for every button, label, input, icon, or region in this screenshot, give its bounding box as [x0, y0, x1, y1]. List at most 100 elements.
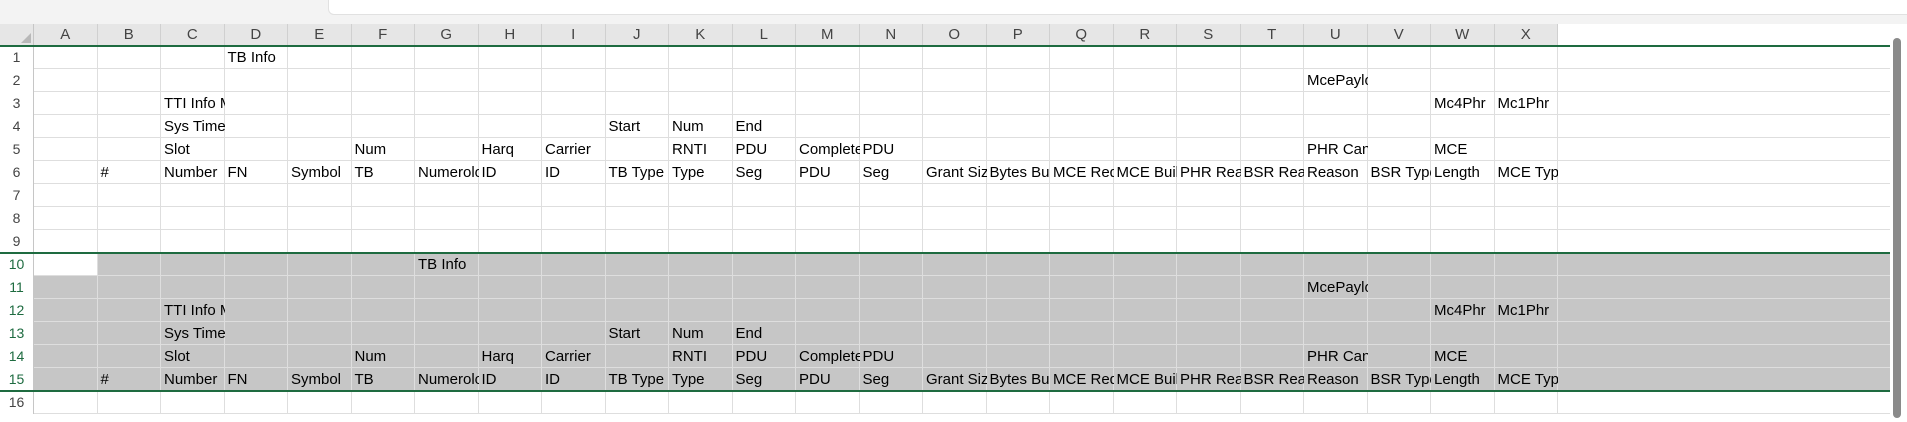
row-header-8[interactable]: 8: [0, 207, 34, 230]
row-header-13[interactable]: 13: [0, 322, 34, 345]
cell-g10[interactable]: TB Info: [415, 253, 479, 276]
cell-w12[interactable]: Mc4Phr: [1431, 299, 1495, 322]
cell-l6[interactable]: Seg: [733, 161, 797, 184]
column-header-c[interactable]: C: [161, 24, 225, 46]
spreadsheet-grid[interactable]: A B C D E F G H I J K L M N O P Q R S T U V W X 1 2 3 4 5 6 7 8 9 10 11 12 1…: [0, 24, 1890, 422]
cell-c14[interactable]: Slot: [161, 345, 225, 368]
cell-k5[interactable]: RNTI: [669, 138, 733, 161]
cell-b6[interactable]: #: [98, 161, 162, 184]
cell-b15[interactable]: #: [98, 368, 162, 391]
cell-c6[interactable]: Number: [161, 161, 225, 184]
row-header-6[interactable]: 6: [0, 161, 34, 184]
cell-f6[interactable]: TB: [352, 161, 416, 184]
cell-l13[interactable]: End: [733, 322, 797, 345]
column-header-l[interactable]: L: [732, 24, 796, 46]
cell-j4[interactable]: Start: [606, 115, 670, 138]
row-header-5[interactable]: 5: [0, 138, 34, 161]
cell-u6[interactable]: Reason: [1304, 161, 1368, 184]
cell-u5[interactable]: PHR Canc: [1304, 138, 1368, 161]
cell-k6[interactable]: Type: [669, 161, 733, 184]
cell-n6[interactable]: Seg: [860, 161, 924, 184]
cell-r6[interactable]: MCE Built: [1114, 161, 1178, 184]
row-header-4[interactable]: 4: [0, 115, 34, 138]
cell-i14[interactable]: Carrier: [542, 345, 606, 368]
row-header-10[interactable]: 10: [0, 253, 34, 276]
column-header-b[interactable]: B: [97, 24, 161, 46]
cell-l15[interactable]: Seg: [733, 368, 797, 391]
cell-m6[interactable]: PDU: [796, 161, 860, 184]
cell-i5[interactable]: Carrier: [542, 138, 606, 161]
row-header-1[interactable]: 1: [0, 46, 34, 69]
cell-n5[interactable]: PDU: [860, 138, 924, 161]
cell-m5[interactable]: Complete: [796, 138, 860, 161]
column-header-u[interactable]: U: [1304, 24, 1368, 46]
column-header-x[interactable]: X: [1494, 24, 1558, 46]
cell-m15[interactable]: PDU: [796, 368, 860, 391]
column-header-p[interactable]: P: [986, 24, 1050, 46]
cell-j13[interactable]: Start: [606, 322, 670, 345]
cell-d15[interactable]: FN: [225, 368, 289, 391]
cell-q6[interactable]: MCE Req E: [1050, 161, 1114, 184]
cell-e6[interactable]: Symbol: [288, 161, 352, 184]
cell-w5[interactable]: MCE: [1431, 138, 1495, 161]
cell-x15[interactable]: MCE Type: [1495, 368, 1559, 391]
cell-k14[interactable]: RNTI: [669, 345, 733, 368]
cell-h14[interactable]: Harq: [479, 345, 543, 368]
cell-d6[interactable]: FN: [225, 161, 289, 184]
cell-q15[interactable]: MCE Req E: [1050, 368, 1114, 391]
cell-k15[interactable]: Type: [669, 368, 733, 391]
cell-c3[interactable]: TTI Info Me: [161, 92, 225, 115]
cell-l14[interactable]: PDU: [733, 345, 797, 368]
cell-h6[interactable]: ID: [479, 161, 543, 184]
cell-j15[interactable]: TB Type: [606, 368, 670, 391]
cell-c12[interactable]: TTI Info Me: [161, 299, 225, 322]
cell-v6[interactable]: BSR Type: [1368, 161, 1432, 184]
column-header-i[interactable]: I: [542, 24, 606, 46]
cell-c15[interactable]: Number: [161, 368, 225, 391]
cell-g6[interactable]: Numerolo: [415, 161, 479, 184]
formula-bar-input[interactable]: [328, 0, 1907, 15]
column-header-f[interactable]: F: [351, 24, 415, 46]
cell-l5[interactable]: PDU: [733, 138, 797, 161]
cell-n15[interactable]: Seg: [860, 368, 924, 391]
row-header-12[interactable]: 12: [0, 299, 34, 322]
cell-r15[interactable]: MCE Built: [1114, 368, 1178, 391]
cell-w6[interactable]: Length: [1431, 161, 1495, 184]
column-header-h[interactable]: H: [478, 24, 542, 46]
cell-v15[interactable]: BSR Type: [1368, 368, 1432, 391]
row-header-9[interactable]: 9: [0, 230, 34, 253]
cell-u2[interactable]: McePayload: [1304, 69, 1368, 92]
vertical-scrollbar-thumb[interactable]: [1893, 38, 1901, 418]
row-header-7[interactable]: 7: [0, 184, 34, 207]
cell-o6[interactable]: Grant Size: [923, 161, 987, 184]
cell-i15[interactable]: ID: [542, 368, 606, 391]
column-header-d[interactable]: D: [224, 24, 288, 46]
row-header-14[interactable]: 14: [0, 345, 34, 368]
column-header-j[interactable]: J: [605, 24, 669, 46]
select-all-button[interactable]: [0, 24, 34, 46]
cell-k13[interactable]: Num: [669, 322, 733, 345]
column-header-e[interactable]: E: [288, 24, 352, 46]
cell-d1[interactable]: TB Info: [225, 46, 289, 69]
cell-s15[interactable]: PHR Reas: [1177, 368, 1241, 391]
cell-h15[interactable]: ID: [479, 368, 543, 391]
cell-u15[interactable]: Reason: [1304, 368, 1368, 391]
cell-f5[interactable]: Num: [352, 138, 416, 161]
column-header-o[interactable]: O: [923, 24, 987, 46]
cell-p15[interactable]: Bytes Built: [987, 368, 1051, 391]
cell-p6[interactable]: Bytes Built: [987, 161, 1051, 184]
cell-u11[interactable]: McePayload: [1304, 276, 1368, 299]
column-header-r[interactable]: R: [1113, 24, 1177, 46]
column-header-t[interactable]: T: [1240, 24, 1304, 46]
vertical-scrollbar[interactable]: [1890, 24, 1907, 422]
cell-j6[interactable]: TB Type: [606, 161, 670, 184]
active-cell[interactable]: [34, 253, 98, 276]
cell-c4[interactable]: Sys Time: [161, 115, 225, 138]
cell-f14[interactable]: Num: [352, 345, 416, 368]
cell-o15[interactable]: Grant Size: [923, 368, 987, 391]
row-header-2[interactable]: 2: [0, 69, 34, 92]
cell-x3[interactable]: Mc1Phr: [1495, 92, 1559, 115]
cell-u14[interactable]: PHR Canc: [1304, 345, 1368, 368]
row-header-15[interactable]: 15: [0, 368, 34, 391]
cell-t6[interactable]: BSR Reaso: [1241, 161, 1305, 184]
